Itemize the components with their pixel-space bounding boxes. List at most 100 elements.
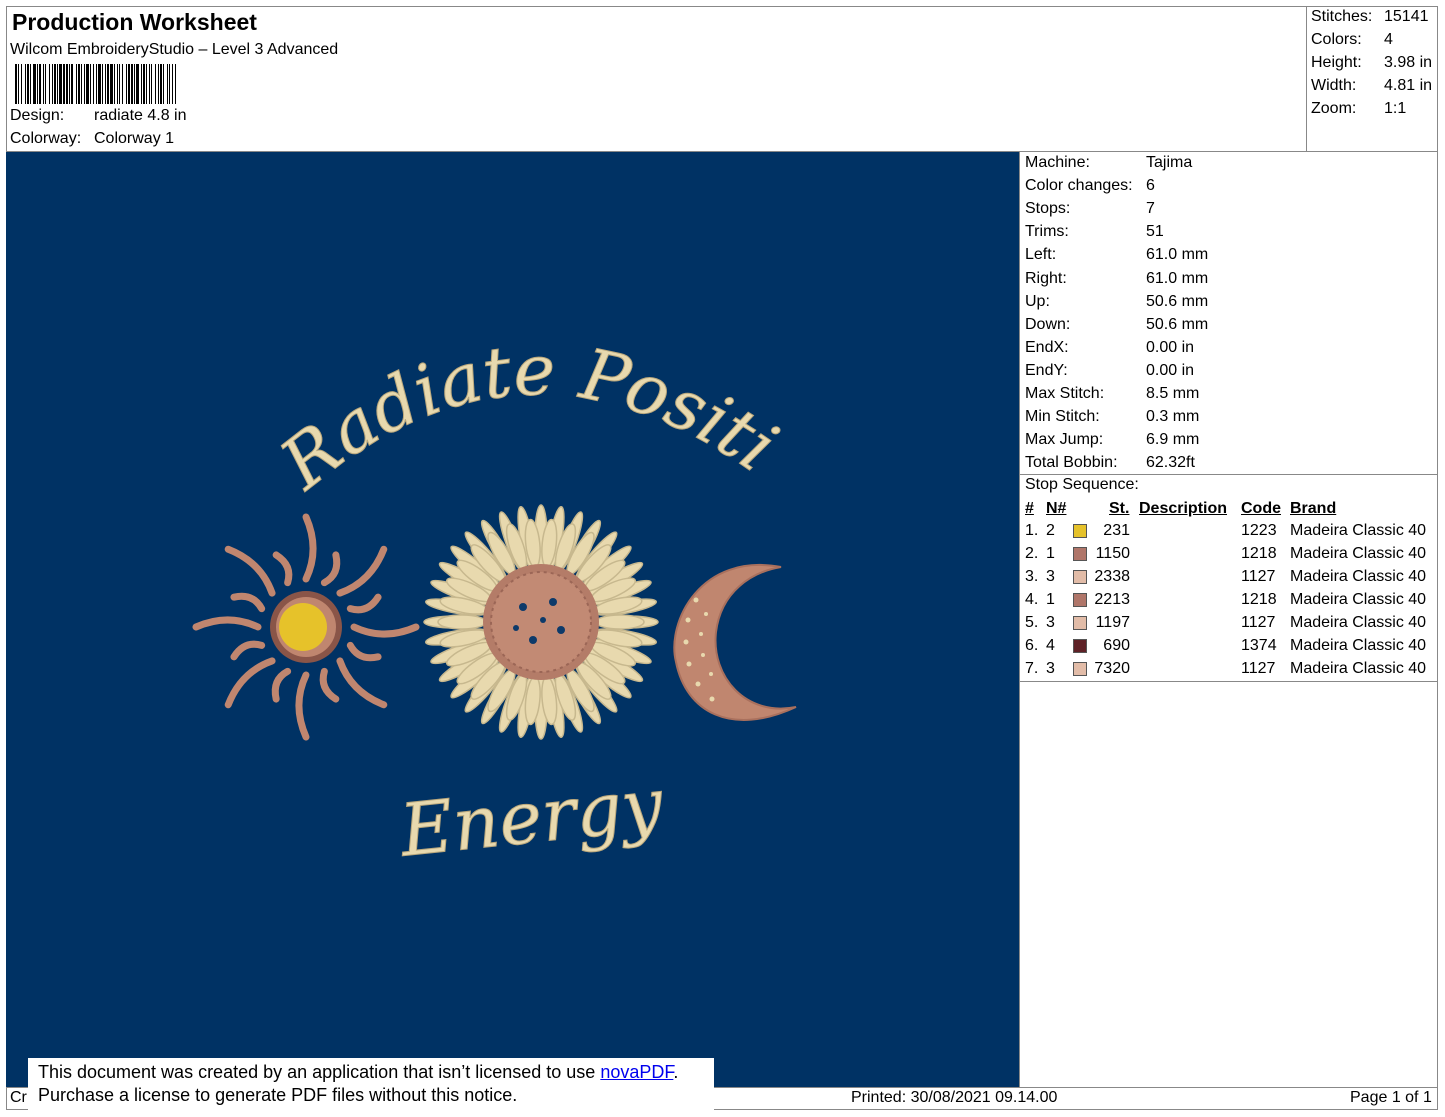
info-value: 50.6 mm: [1146, 292, 1209, 310]
info-value: 0.00 in: [1146, 361, 1195, 379]
stop-num: 2.: [1025, 545, 1039, 562]
col-header-code: Code: [1241, 500, 1281, 517]
page-number: Page 1 of 1: [1350, 1089, 1432, 1106]
stitch-count: 1150: [1095, 545, 1130, 562]
printed-timestamp: Printed: 30/08/2021 09.14.00: [851, 1089, 1058, 1106]
stat-value: 4: [1384, 31, 1393, 48]
info-label: Total Bobbin:: [1025, 454, 1118, 472]
info-row: Machine: Tajima: [1025, 154, 1192, 172]
info-label: Max Stitch:: [1025, 385, 1105, 402]
stop-num: 6.: [1025, 637, 1039, 654]
sunflower-motif: [423, 504, 659, 740]
stat-value: 4.81 in: [1384, 77, 1433, 94]
thread-code: 1374: [1241, 637, 1277, 654]
stat-label: Height:: [1311, 54, 1362, 71]
embroidery-artwork: Radiate Positive: [6, 152, 797, 873]
design-stats: Stitches: 15141 Colors: 4 Height: 3.98 in W…: [1307, 6, 1438, 152]
stop-sequence-title: Stop Sequence:: [1025, 476, 1139, 493]
stat-label: Stitches:: [1311, 8, 1373, 25]
sun-motif: [192, 513, 420, 741]
design-label: Design:: [10, 107, 65, 124]
stitch-count: 690: [1103, 637, 1130, 654]
info-label: Right:: [1025, 269, 1067, 287]
design-preview: Radiate Positive: [6, 152, 1020, 1087]
info-label: Trims:: [1025, 223, 1069, 241]
info-label: Up:: [1025, 292, 1050, 310]
stat-value: 3.98 in: [1384, 54, 1433, 71]
barcode-image: [15, 64, 307, 104]
thread-code: 1127: [1241, 568, 1276, 585]
colorway-value: Colorway 1: [94, 130, 175, 147]
thread-brand: Madeira Classic 40: [1290, 637, 1427, 654]
info-value: 6: [1146, 177, 1155, 195]
needle-num: 3: [1046, 614, 1055, 631]
worksheet-header: Production Worksheet Wilcom EmbroiderySt…: [6, 6, 1307, 152]
thread-brand: Madeira Classic 40: [1290, 591, 1427, 608]
info-label: Machine:: [1025, 154, 1090, 171]
thread-code: 1218: [1241, 591, 1277, 608]
thread-code: 1127: [1241, 660, 1276, 677]
needle-num: 1: [1046, 545, 1055, 562]
notice-period: .: [673, 1062, 679, 1082]
info-label: EndY:: [1025, 361, 1068, 379]
stop-num: 3.: [1025, 568, 1039, 585]
thread-code: 1218: [1241, 545, 1277, 562]
thread-code: 1223: [1241, 522, 1277, 539]
needle-num: 3: [1046, 568, 1055, 585]
stop-num: 4.: [1025, 591, 1039, 608]
info-row: Down: 50.6 mm: [1025, 316, 1208, 334]
stat-row: Height: 3.98 in: [1311, 54, 1432, 72]
needle-num: 3: [1046, 660, 1055, 677]
notice-text: This document was created by an applicat…: [38, 1062, 601, 1082]
thread-code: 1127: [1241, 614, 1276, 631]
stat-row: Width: 4.81 in: [1311, 77, 1432, 95]
stitch-count: 1197: [1095, 614, 1130, 631]
design-text-top: Radiate Positive: [6, 152, 792, 506]
info-row: Stops: 7: [1025, 200, 1155, 218]
info-row: Max Stitch: 8.5 mm: [1025, 385, 1199, 403]
info-row: Color changes: 6: [1025, 177, 1155, 195]
col-header-brand: Brand: [1290, 500, 1337, 517]
col-header-n: N#: [1046, 500, 1067, 517]
info-value: 61.0 mm: [1146, 269, 1209, 287]
thread-brand: Madeira Classic 40: [1290, 522, 1427, 539]
stat-value: 15141: [1384, 8, 1429, 25]
stat-row: Colors: 4: [1311, 31, 1393, 49]
stop-num: 7.: [1025, 660, 1039, 677]
colorway-row: Colorway: Colorway 1: [10, 130, 174, 148]
info-label: Color changes:: [1025, 177, 1133, 195]
info-value: 51: [1146, 223, 1164, 241]
colorway-label: Colorway:: [10, 130, 82, 147]
thread-brand: Madeira Classic 40: [1290, 545, 1427, 562]
stat-row: Stitches: 15141: [1311, 8, 1429, 26]
info-value: 0.3 mm: [1146, 408, 1200, 426]
col-header-description: Description: [1139, 500, 1228, 517]
thread-brand: Madeira Classic 40: [1290, 614, 1427, 631]
stitch-count: 2338: [1094, 568, 1130, 585]
design-value: radiate 4.8 in: [94, 107, 187, 124]
stat-row: Zoom: 1:1: [1311, 100, 1406, 118]
stitch-count: 2213: [1094, 591, 1130, 608]
notice-purchase-text: Purchase a license to generate PDF files…: [38, 1085, 518, 1105]
info-value: 7: [1146, 200, 1155, 218]
info-value: Tajima: [1146, 154, 1193, 171]
info-label: Stops:: [1025, 200, 1071, 218]
novapdf-link[interactable]: novaPDF: [600, 1062, 673, 1082]
info-row: Up: 50.6 mm: [1025, 293, 1208, 311]
stat-label: Colors:: [1311, 31, 1362, 48]
stitch-count: 231: [1103, 522, 1130, 539]
info-row: Trims: 51: [1025, 223, 1164, 241]
software-name: Wilcom EmbroideryStudio – Level 3 Advanc…: [10, 41, 339, 58]
info-label: Left:: [1025, 246, 1057, 264]
info-row: Min Stitch: 0.3 mm: [1025, 408, 1199, 426]
info-value: 0.00 in: [1146, 338, 1195, 356]
needle-num: 2: [1046, 522, 1055, 539]
col-header-st: St.: [1109, 500, 1130, 517]
info-row: Max Jump: 6.9 mm: [1025, 431, 1199, 449]
stat-label: Zoom:: [1311, 100, 1357, 117]
design-text-bottom: Energy: [394, 761, 667, 872]
thread-brand: Madeira Classic 40: [1290, 660, 1427, 677]
col-header-num: #: [1025, 500, 1034, 517]
info-value: 8.5 mm: [1146, 385, 1200, 402]
machine-info-panel: Machine: Tajima Color changes: 6 Stops: 7 Trim…: [1020, 152, 1438, 682]
